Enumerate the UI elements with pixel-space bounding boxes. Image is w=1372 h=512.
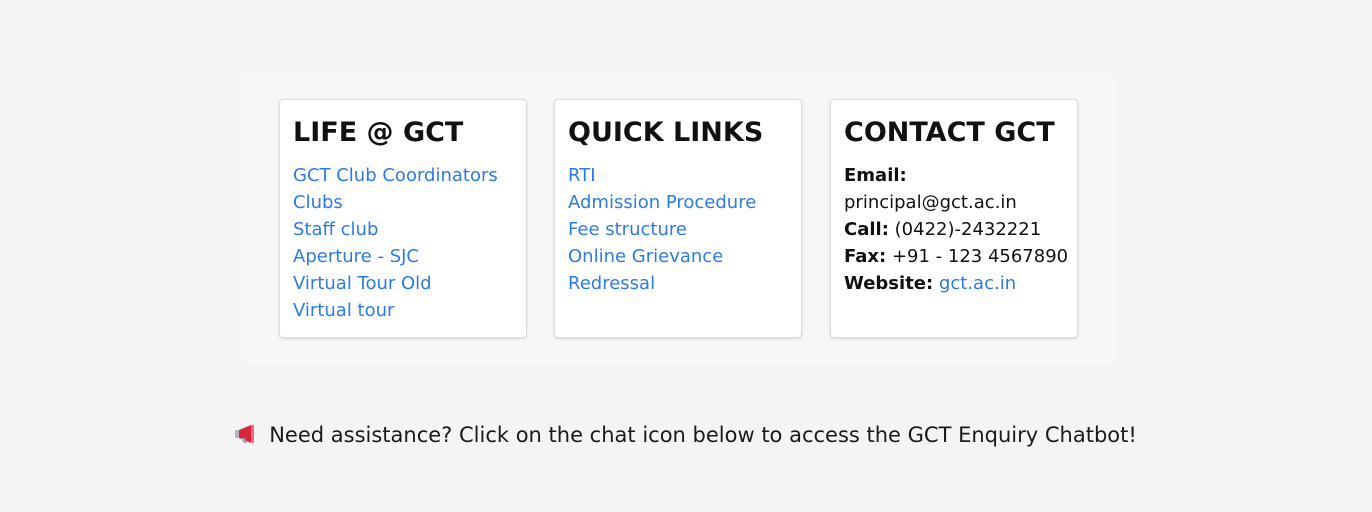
link-virtual-tour[interactable]: Virtual tour	[293, 300, 394, 321]
list-item: Aperture - SJC	[293, 243, 514, 270]
fax-label: Fax:	[844, 246, 887, 267]
life-at-gct-list: GCT Club Coordinators Clubs Staff club A…	[293, 162, 514, 324]
link-online-grievance[interactable]: Online Grievance	[568, 246, 723, 267]
link-aperture-sjc[interactable]: Aperture - SJC	[293, 246, 419, 267]
fax-value: +91 - 123 4567890	[891, 246, 1069, 267]
call-value: (0422)-2432221	[894, 219, 1042, 240]
quick-links-card: QUICK LINKS RTI Admission Procedure Fee …	[554, 99, 802, 338]
assistance-text: Need assistance? Click on the chat icon …	[269, 423, 1137, 447]
link-fee-structure[interactable]: Fee structure	[568, 219, 687, 240]
list-item: Clubs	[293, 189, 514, 216]
list-item: RTI	[568, 162, 789, 189]
quick-links-list: RTI Admission Procedure Fee structure On…	[568, 162, 789, 297]
email-value-row: principal@gct.ac.in	[844, 189, 1065, 216]
life-at-gct-title: LIFE @ GCT	[293, 117, 464, 148]
list-item: Virtual Tour Old	[293, 270, 514, 297]
list-item: Admission Procedure	[568, 189, 789, 216]
link-clubs[interactable]: Clubs	[293, 192, 343, 213]
quick-links-title: QUICK LINKS	[568, 117, 764, 148]
contact-gct-card: CONTACT GCT Email: principal@gct.ac.in C…	[830, 99, 1078, 338]
link-virtual-tour-old[interactable]: Virtual Tour Old	[293, 273, 432, 294]
life-at-gct-card: LIFE @ GCT GCT Club Coordinators Clubs S…	[279, 99, 527, 338]
fax-row: Fax: +91 - 123 4567890	[844, 243, 1069, 270]
email-label: Email:	[844, 165, 907, 186]
list-item: Online Grievance	[568, 243, 789, 270]
chatbot-assistance-banner: Need assistance? Click on the chat icon …	[0, 420, 1372, 450]
email-row: Email:	[844, 162, 1065, 189]
list-item: Staff club	[293, 216, 514, 243]
website-row: Website: gct.ac.in	[844, 270, 1065, 297]
link-gct-club-coordinators[interactable]: GCT Club Coordinators	[293, 165, 498, 186]
link-rti[interactable]: RTI	[568, 165, 596, 186]
list-item: GCT Club Coordinators	[293, 162, 514, 189]
link-redressal[interactable]: Redressal	[568, 273, 655, 294]
link-staff-club[interactable]: Staff club	[293, 219, 378, 240]
list-item: Virtual tour	[293, 297, 514, 324]
link-admission-procedure[interactable]: Admission Procedure	[568, 192, 756, 213]
call-row: Call: (0422)-2432221	[844, 216, 1065, 243]
call-label: Call:	[844, 219, 889, 240]
email-value: principal@gct.ac.in	[844, 192, 1017, 213]
list-item: Fee structure	[568, 216, 789, 243]
contact-gct-title: CONTACT GCT	[844, 117, 1055, 148]
website-label: Website:	[844, 273, 934, 294]
website-link[interactable]: gct.ac.in	[939, 273, 1016, 294]
list-item: Redressal	[568, 270, 789, 297]
megaphone-icon	[235, 422, 261, 443]
